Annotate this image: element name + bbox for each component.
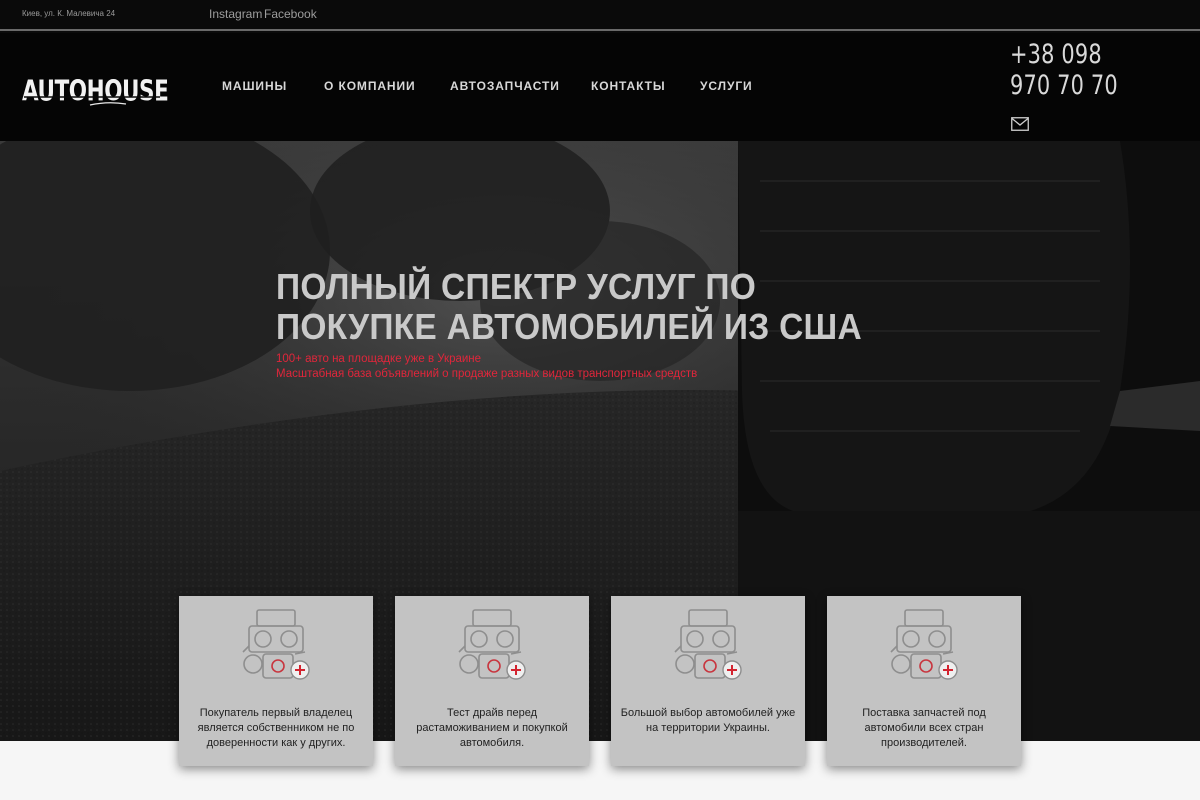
feature-text: Большой выбор автомобилей уже на террито… [620, 707, 796, 734]
engine-icon [674, 609, 742, 680]
facebook-link[interactable]: Facebook [264, 7, 317, 21]
feature-text: Поставка запчастей под автомобили всех с… [862, 707, 986, 749]
nav-item-parts[interactable]: АВТОЗАПЧАСТИ [450, 79, 560, 93]
top-info-bar: Киев, ул. К. Малевича 24 Instagram Faceb… [0, 0, 1200, 31]
feature-card-parts: Поставка запчастей под автомобили всех с… [827, 596, 1021, 766]
site-header: AUTOHOUSE МАШИНЫ О КОМПАНИИ АВТОЗАПЧАСТИ… [0, 33, 1200, 141]
engine-icon [890, 609, 958, 680]
autohouse-logo[interactable]: AUTOHOUSE [22, 57, 172, 117]
hero-subtitle-line-1: 100+ авто на площадке уже в Украине [276, 353, 482, 365]
feature-card-selection: Большой выбор автомобилей уже на террито… [611, 596, 805, 766]
engine-icon [242, 609, 310, 680]
nav-item-about[interactable]: О КОМПАНИИ [324, 79, 416, 93]
instagram-link[interactable]: Instagram [209, 7, 262, 21]
engine-icon [458, 609, 526, 680]
nav-item-services[interactable]: УСЛУГИ [700, 79, 753, 93]
hero-subtitle: 100+ авто на площадке уже в Украине Масш… [276, 352, 697, 382]
feature-card-owner: Покупатель первый владелец является собс… [179, 596, 373, 766]
phone-number[interactable]: +38 098 970 70 70 [1010, 39, 1148, 101]
hero-title: ПОЛНЫЙ СПЕКТР УСЛУГ ПО ПОКУПКЕ АВТОМОБИЛ… [276, 266, 862, 347]
address-text: Киев, ул. К. Малевича 24 [22, 9, 116, 18]
logo-text: AUTOHOUSE [22, 74, 168, 108]
feature-text: Покупатель первый владелец является собс… [197, 707, 355, 749]
nav-item-cars[interactable]: МАШИНЫ [222, 79, 287, 93]
nav-item-contacts[interactable]: КОНТАКТЫ [591, 79, 665, 93]
envelope-icon[interactable] [1011, 117, 1029, 131]
feature-text: Тест драйв перед растаможиванием и покуп… [416, 707, 568, 749]
hero-subtitle-line-2: Масштабная база объявлений о продаже раз… [276, 368, 698, 380]
feature-card-test-drive: Тест драйв перед растаможиванием и покуп… [395, 596, 589, 766]
